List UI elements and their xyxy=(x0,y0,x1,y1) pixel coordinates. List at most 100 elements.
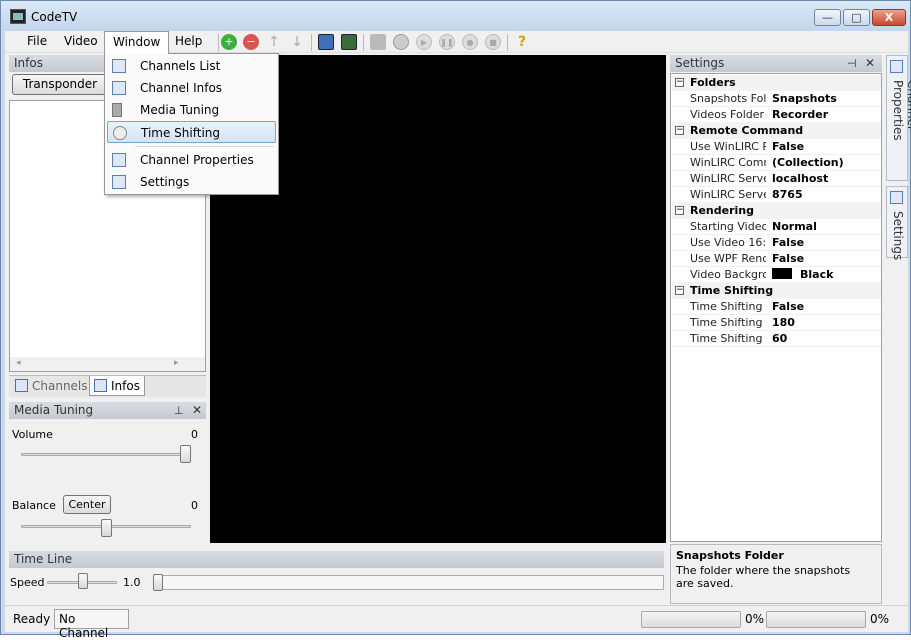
side-tab-channel-properties[interactable]: Channel Properties xyxy=(886,55,911,181)
play-icon[interactable]: ▶ xyxy=(416,34,432,50)
tab-channels-label: Channels xyxy=(32,379,88,393)
clock-icon[interactable] xyxy=(393,34,409,50)
horizontal-scrollbar[interactable]: ◂ ▸ xyxy=(10,357,205,371)
media-tuning-header: Media Tuning ⊥ ✕ xyxy=(9,402,206,419)
property-category[interactable]: − Remote Command xyxy=(672,123,881,139)
property-row[interactable]: WinLIRC Commands (Collection) xyxy=(672,155,881,171)
timeline-slider-thumb[interactable] xyxy=(153,574,163,591)
property-name: WinLIRC Server Port xyxy=(690,188,766,201)
property-row[interactable]: Use WPF Renderer False xyxy=(672,251,881,267)
property-name: Use WinLIRC Remote xyxy=(690,140,766,153)
collapse-icon[interactable]: − xyxy=(675,126,684,135)
speed-slider-thumb[interactable] xyxy=(78,573,88,589)
property-row[interactable]: Video Background Black xyxy=(672,267,881,283)
menu-video[interactable]: Video xyxy=(56,31,106,53)
property-value[interactable]: False xyxy=(772,140,804,153)
property-row[interactable]: Time Shifting Max 180 xyxy=(672,315,881,331)
menu-file[interactable]: File xyxy=(19,31,55,53)
tv-icon[interactable] xyxy=(318,34,334,50)
property-row[interactable]: Time Shifting Active False xyxy=(672,299,881,315)
property-row[interactable]: Use Video 16:9 False xyxy=(672,235,881,251)
property-value[interactable]: localhost xyxy=(772,172,828,185)
menu-window[interactable]: Window xyxy=(104,31,170,54)
menu-item-channel-properties[interactable]: Channel Properties xyxy=(107,149,276,171)
down-arrow-icon[interactable]: ↓ xyxy=(289,34,305,50)
property-value[interactable]: 60 xyxy=(772,332,787,345)
collapse-icon[interactable]: − xyxy=(675,78,684,87)
category-name: Time Shifting xyxy=(690,284,774,297)
balance-slider-thumb[interactable] xyxy=(100,519,112,537)
pin-icon[interactable]: ⊥ xyxy=(174,402,184,419)
clock-icon xyxy=(113,126,127,140)
settings-icon xyxy=(890,191,903,204)
menu-item-settings[interactable]: Settings xyxy=(107,171,276,193)
menu-separator xyxy=(135,146,274,147)
property-row[interactable]: Starting Video Mode Normal xyxy=(672,219,881,235)
property-value[interactable]: False xyxy=(772,300,804,313)
property-value[interactable]: Recorder xyxy=(772,108,828,121)
property-row[interactable]: Videos Folder Recorder xyxy=(672,107,881,123)
category-name: Folders xyxy=(690,76,736,89)
property-name: Time Shifting Max xyxy=(690,316,766,329)
scroll-left-icon[interactable]: ◂ xyxy=(16,358,21,368)
center-button[interactable]: Center xyxy=(63,495,111,514)
add-icon[interactable]: + xyxy=(221,34,237,50)
tab-channels[interactable]: Channels xyxy=(11,376,88,396)
book-icon xyxy=(112,81,126,95)
film-icon[interactable] xyxy=(341,34,357,50)
status-ready: Ready xyxy=(13,612,51,626)
menu-item-time-shifting[interactable]: Time Shifting xyxy=(107,121,276,143)
maximize-button[interactable]: □ xyxy=(843,9,870,26)
close-button[interactable]: X xyxy=(872,9,906,26)
pause-icon[interactable]: ❚❚ xyxy=(439,34,455,50)
property-value[interactable]: Snapshots xyxy=(772,92,837,105)
volume-slider-track[interactable] xyxy=(21,453,191,456)
minimize-button[interactable]: — xyxy=(814,9,841,26)
side-tab-settings-label: Settings xyxy=(891,211,905,261)
transponder-button[interactable]: Transponder xyxy=(12,74,108,95)
property-value[interactable]: Normal xyxy=(772,220,817,233)
toolbar-separator xyxy=(507,34,508,51)
property-value[interactable]: Black xyxy=(772,268,833,281)
property-value[interactable]: False xyxy=(772,236,804,249)
window-menu-dropdown: Channels List Channel Infos Media Tuning… xyxy=(104,53,279,195)
status-bar: Ready No Channel 0% 0% xyxy=(5,605,908,640)
property-category[interactable]: − Rendering xyxy=(672,203,881,219)
up-arrow-icon[interactable]: ↑ xyxy=(266,34,282,50)
help-icon[interactable]: ? xyxy=(514,34,530,50)
menu-item-channels-list[interactable]: Channels List xyxy=(107,55,276,77)
property-row[interactable]: WinLIRC Server Host localhost xyxy=(672,171,881,187)
property-category[interactable]: − Time Shifting xyxy=(672,283,881,299)
property-value[interactable]: False xyxy=(772,252,804,265)
menu-item-media-tuning[interactable]: Media Tuning xyxy=(107,99,276,121)
toolbar-separator xyxy=(311,34,312,51)
menu-item-channel-infos[interactable]: Channel Infos xyxy=(107,77,276,99)
record-icon[interactable]: ● xyxy=(462,34,478,50)
property-row[interactable]: Use WinLIRC Remote False xyxy=(672,139,881,155)
side-tab-settings[interactable]: Settings xyxy=(886,186,908,261)
property-row[interactable]: Snapshots Folder Snapshots xyxy=(672,91,881,107)
volume-slider-thumb[interactable] xyxy=(180,445,191,463)
menu-help[interactable]: Help xyxy=(167,31,210,53)
property-value[interactable]: 180 xyxy=(772,316,795,329)
close-panel-icon[interactable]: ✕ xyxy=(192,402,202,419)
property-row[interactable]: Time Shifting Min 60 xyxy=(672,331,881,347)
collapse-icon[interactable]: − xyxy=(675,206,684,215)
property-category[interactable]: − Folders xyxy=(672,75,881,91)
property-value[interactable]: 8765 xyxy=(772,188,803,201)
remove-icon[interactable]: − xyxy=(243,34,259,50)
properties-icon xyxy=(890,60,903,73)
scroll-right-icon[interactable]: ▸ xyxy=(174,358,179,368)
stop-icon[interactable]: ■ xyxy=(485,34,501,50)
close-panel-icon[interactable]: ✕ xyxy=(865,55,875,72)
pin-icon[interactable]: ⊣ xyxy=(847,55,857,72)
property-row[interactable]: WinLIRC Server Port 8765 xyxy=(672,187,881,203)
camera-icon[interactable] xyxy=(370,34,386,50)
property-value[interactable]: (Collection) xyxy=(772,156,844,169)
property-name: WinLIRC Server Host xyxy=(690,172,766,185)
collapse-icon[interactable]: − xyxy=(675,286,684,295)
tab-infos[interactable]: Infos xyxy=(89,376,145,396)
properties-icon xyxy=(112,153,126,167)
timeline-slider-track[interactable] xyxy=(154,575,664,590)
toolbar-separator xyxy=(363,34,364,51)
